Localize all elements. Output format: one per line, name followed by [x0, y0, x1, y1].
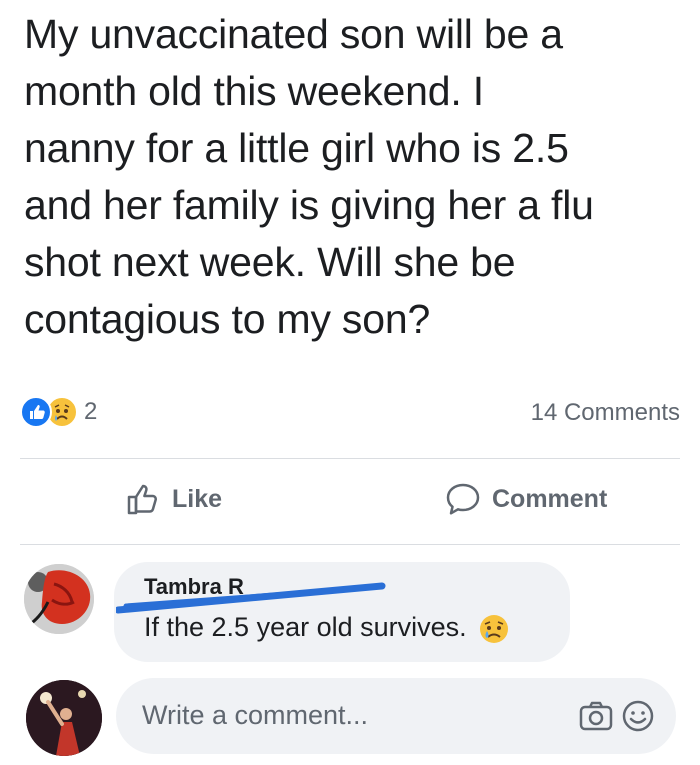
- user-avatar-image: [26, 680, 102, 756]
- comment-text-content: If the 2.5 year old survives.: [144, 612, 467, 642]
- rose-avatar-image: [24, 564, 94, 634]
- comment-bubble-icon: [446, 483, 480, 515]
- comment-label: Comment: [492, 484, 608, 513]
- camera-icon: [579, 701, 613, 731]
- comment-item: Tambra R If the 2.5 year old survives.: [20, 558, 680, 662]
- post-line: and her family is giving her a flu: [24, 182, 594, 228]
- thumbs-up-icon: [127, 484, 157, 515]
- redaction-scribble: [116, 582, 386, 614]
- sad-tear-icon: [480, 614, 509, 643]
- camera-button[interactable]: [578, 698, 614, 739]
- comment-text: If the 2.5 year old survives.: [144, 612, 510, 645]
- reactions-summary[interactable]: 2: [20, 396, 97, 428]
- post-line: nanny for a little girl who is 2.5: [24, 125, 569, 171]
- smiley-icon: [622, 700, 654, 732]
- reaction-count: 2: [84, 398, 98, 425]
- post-actions: Like Comment: [20, 470, 680, 532]
- like-label: Like: [172, 484, 223, 513]
- like-reaction-icon: [20, 396, 52, 428]
- emoji-button[interactable]: [620, 698, 656, 739]
- like-button[interactable]: Like: [124, 480, 222, 518]
- avatar[interactable]: [24, 564, 94, 634]
- divider: [20, 544, 680, 545]
- post-line: shot next week. Will she be: [24, 239, 516, 285]
- comment-button[interactable]: Comment: [444, 480, 607, 518]
- comment-input[interactable]: Write a comment...: [116, 678, 676, 754]
- post-line: My unvaccinated son will be a: [24, 11, 563, 57]
- post-line: month old this weekend. I: [24, 68, 484, 114]
- comments-count-link[interactable]: 14 Comments: [531, 399, 680, 427]
- comment-composer: Write a comment...: [20, 670, 680, 758]
- comment-input-placeholder: Write a comment...: [142, 700, 369, 730]
- post-body: My unvaccinated son will be a month old …: [24, 6, 684, 348]
- comment-bubble[interactable]: Tambra R If the 2.5 year old survives.: [114, 562, 570, 662]
- post-stats: 2 14 Comments: [20, 394, 680, 434]
- post-line: contagious to my son?: [24, 296, 431, 342]
- divider: [20, 458, 680, 459]
- avatar[interactable]: [26, 680, 102, 756]
